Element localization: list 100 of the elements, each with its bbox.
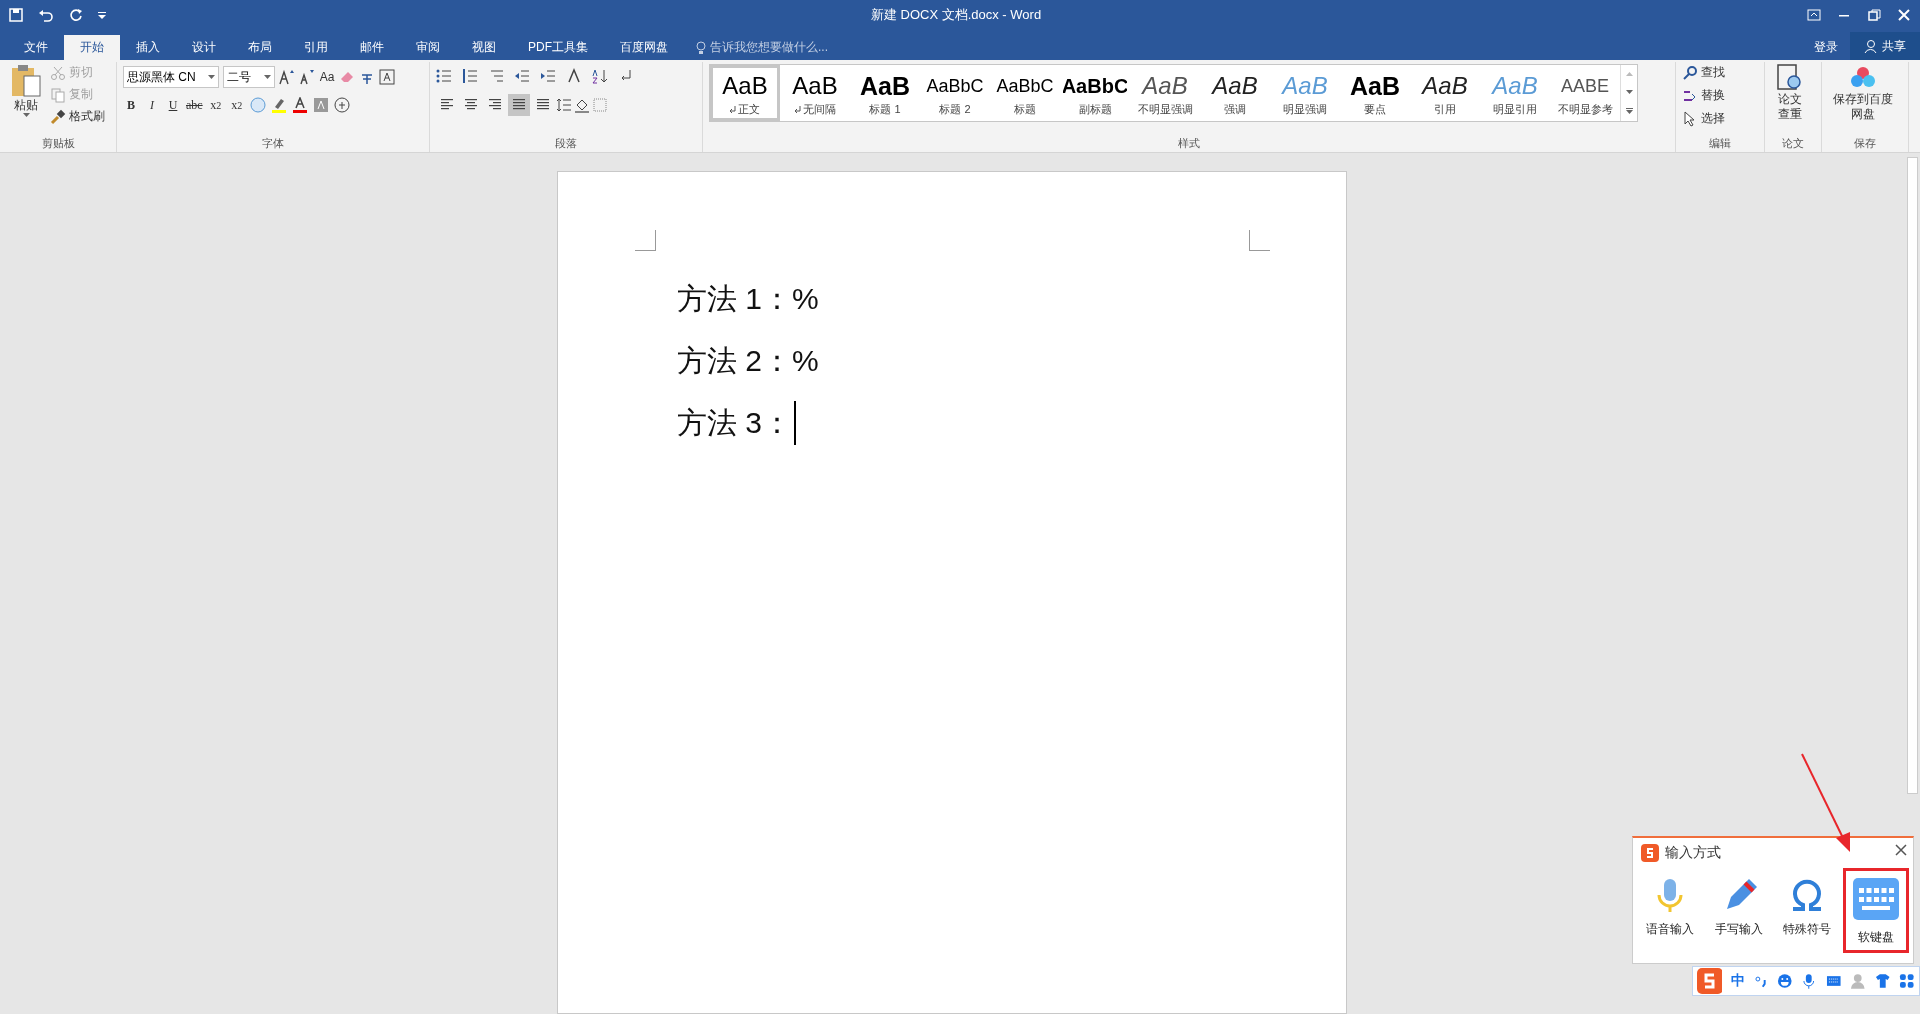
style-item[interactable]: AaB 引用 <box>1410 65 1480 121</box>
login-link[interactable]: 登录 <box>1802 35 1850 60</box>
style-item[interactable]: AaB 正文 <box>710 65 780 121</box>
dropdown-arrow-icon[interactable] <box>264 75 271 79</box>
font-color-icon[interactable] <box>291 97 308 113</box>
ribbon-tab[interactable]: 开始 <box>64 35 120 60</box>
character-border-icon[interactable] <box>379 69 395 85</box>
clipboard-icon <box>10 64 42 98</box>
ribbon-tab[interactable]: 邮件 <box>344 35 400 60</box>
document-search-icon[interactable] <box>1776 64 1804 92</box>
asian-layout-icon[interactable] <box>566 68 582 84</box>
shrink-font-icon[interactable] <box>299 69 315 85</box>
group-label: 剪贴板 <box>40 136 76 151</box>
share-button[interactable]: 共享 <box>1850 32 1920 60</box>
group-label: 字体 <box>261 136 285 151</box>
format-button[interactable]: U <box>165 94 181 116</box>
grow-font-icon[interactable] <box>279 69 295 85</box>
save-to-cloud-button[interactable]: 保存到百度网盘 <box>1828 62 1898 124</box>
style-item[interactable]: AaB 明显引用 <box>1480 65 1550 121</box>
punctuation-icon[interactable] <box>1754 974 1768 988</box>
dropdown-arrow-icon[interactable] <box>208 75 215 79</box>
increase-indent-icon[interactable] <box>540 68 556 84</box>
bullets-icon[interactable] <box>436 68 452 84</box>
close-icon[interactable] <box>1895 844 1907 856</box>
ribbon-tab[interactable]: 引用 <box>288 35 344 60</box>
input-mode-option[interactable]: 软键盘 <box>1842 868 1909 953</box>
change-case-button[interactable]: Aa <box>319 66 335 88</box>
style-item[interactable]: AaB 不明显强调 <box>1130 65 1200 121</box>
font-size-dropdown[interactable]: 二号 <box>223 66 275 88</box>
close-icon[interactable] <box>1896 7 1912 23</box>
style-item[interactable]: AaB 明显强调 <box>1270 65 1340 121</box>
scroll-down-icon[interactable] <box>1625 90 1633 94</box>
editing-button[interactable]: 查找 <box>1682 62 1725 83</box>
style-item[interactable]: AaBbC 标题 <box>990 65 1060 121</box>
style-item[interactable]: AaBbC 标题 2 <box>920 65 990 121</box>
ribbon-tab[interactable]: 布局 <box>232 35 288 60</box>
ribbon-tab[interactable]: 审阅 <box>400 35 456 60</box>
save-icon[interactable] <box>8 7 24 23</box>
paper-check-button[interactable]: 论文查重 <box>1771 62 1809 124</box>
ribbon-tab[interactable]: 文件 <box>8 35 64 60</box>
enclose-character-icon[interactable] <box>333 97 350 113</box>
multilevel-list-icon[interactable] <box>488 68 504 84</box>
undo-icon[interactable] <box>38 7 54 23</box>
dropdown-arrow-icon[interactable] <box>22 113 30 117</box>
highlighter-icon[interactable] <box>270 97 287 113</box>
ribbon-tab[interactable]: 插入 <box>120 35 176 60</box>
ime-mode-toggle[interactable]: 中 <box>1731 972 1746 990</box>
style-item[interactable]: AABE 不明显参考 <box>1550 65 1620 121</box>
keyboard-icon[interactable] <box>1851 875 1900 923</box>
font-name-dropdown[interactable]: 思源黑体 CN <box>123 66 219 88</box>
line-spacing-icon[interactable] <box>556 97 572 113</box>
shirt-icon[interactable] <box>1874 973 1891 989</box>
input-mode-option[interactable]: 手写输入 <box>1705 868 1772 953</box>
smiley-icon[interactable] <box>1776 973 1793 989</box>
search-icon[interactable] <box>1682 64 1698 81</box>
style-preview: AaB <box>860 70 910 102</box>
tell-me-field[interactable]: 告诉我您想要做什么... <box>696 35 1802 60</box>
redo-icon[interactable] <box>68 7 84 23</box>
style-item[interactable]: AaB 无间隔 <box>780 65 850 121</box>
logo-icon[interactable] <box>1697 968 1723 994</box>
ribbon-tab[interactable]: 视图 <box>456 35 512 60</box>
format-button[interactable]: I <box>144 94 160 116</box>
ribbon-tab[interactable]: 百度网盘 <box>604 35 684 60</box>
margin-corner-mark <box>1249 230 1270 251</box>
style-preview: AABE <box>1561 74 1609 98</box>
style-preview: AaBbC <box>1063 73 1127 99</box>
microphone-icon[interactable] <box>1801 973 1817 989</box>
document-page[interactable]: 方法 1：% 方法 2：% 方法 3： <box>557 171 1347 1014</box>
sort-icon[interactable] <box>592 68 608 84</box>
input-mode-option[interactable]: 语音输入 <box>1637 868 1704 953</box>
paintbrush-icon[interactable] <box>50 108 66 125</box>
clipboard-button[interactable]: 格式刷 <box>50 106 105 127</box>
style-item[interactable]: AaB 强调 <box>1200 65 1270 121</box>
paste-button[interactable]: 粘贴 <box>6 62 46 119</box>
group-label: 论文 <box>1781 136 1805 151</box>
format-button[interactable]: abc <box>186 94 203 116</box>
style-preview: AaB <box>1350 70 1400 102</box>
format-button[interactable]: B <box>123 94 139 116</box>
editing-button[interactable]: 选择 <box>1682 108 1725 129</box>
style-item[interactable]: AaB 要点 <box>1340 65 1410 121</box>
input-mode-option[interactable]: 特殊符号 <box>1774 868 1841 953</box>
grid-icon[interactable] <box>1899 973 1915 989</box>
style-name: 标题 1 <box>869 101 901 117</box>
text-cursor <box>794 401 797 445</box>
restore-icon[interactable] <box>1866 7 1882 23</box>
align-button[interactable] <box>508 94 530 116</box>
editing-button[interactable]: 替换 <box>1682 85 1725 106</box>
numbering-icon[interactable] <box>462 68 478 84</box>
style-item[interactable]: AaBbC 副标题 <box>1060 65 1130 121</box>
paint-bucket-icon[interactable] <box>574 97 590 113</box>
keyboard-icon[interactable] <box>1825 973 1842 989</box>
style-item[interactable]: AaB 标题 1 <box>850 65 920 121</box>
style-preview: AaBbC <box>926 74 984 98</box>
more-icon[interactable] <box>1625 108 1633 114</box>
ribbon-tab[interactable]: 设计 <box>176 35 232 60</box>
style-name: 正文 <box>738 101 760 117</box>
ribbon-display-icon[interactable] <box>1806 7 1822 23</box>
decrease-indent-icon[interactable] <box>514 68 530 84</box>
customize-icon[interactable] <box>98 11 106 19</box>
ribbon-tab[interactable]: PDF工具集 <box>512 35 604 60</box>
